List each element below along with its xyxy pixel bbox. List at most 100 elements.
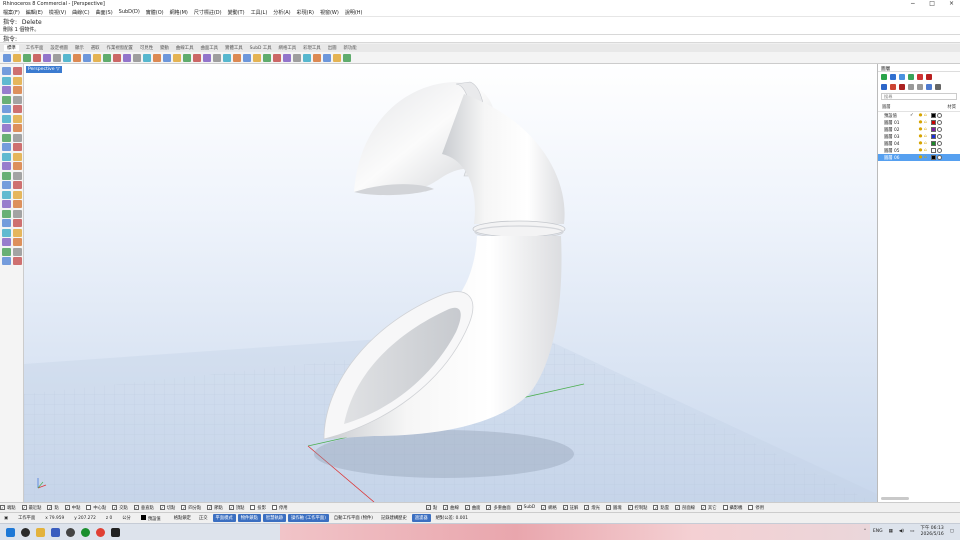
select-all-icon[interactable] <box>173 53 181 62</box>
extrude-icon[interactable] <box>13 114 22 123</box>
snap-toggle[interactable]: ✓ 其它 <box>700 505 717 511</box>
file-explorer-icon[interactable] <box>36 527 45 537</box>
layer-color-swatch[interactable] <box>931 141 936 146</box>
menu-item[interactable]: 編輯(E) <box>26 9 43 16</box>
snap-checkbox[interactable]: ✓ <box>562 505 568 510</box>
snap-toggle[interactable]: ✓ 曲線 <box>443 505 459 511</box>
section-icon[interactable] <box>2 257 11 265</box>
snap-toggle[interactable]: ✓ 多重曲面 <box>486 505 511 511</box>
join-icon[interactable] <box>2 190 11 199</box>
toolbar-tab[interactable]: 選取 <box>91 45 100 51</box>
edit-points-icon[interactable] <box>2 247 11 256</box>
cut-icon[interactable] <box>53 53 61 62</box>
chevron-up-icon[interactable]: ⌃ <box>863 529 867 534</box>
menu-item[interactable]: 彩現(R) <box>297 9 314 16</box>
layer-row[interactable]: 圖層 03 ● ⌂ <box>878 133 960 140</box>
new-sublayer-icon[interactable] <box>890 84 896 90</box>
snap-toggle[interactable]: 停用 <box>748 505 764 511</box>
text-icon[interactable] <box>2 209 11 218</box>
print-icon[interactable] <box>33 53 41 62</box>
freeform-icon[interactable] <box>13 105 22 113</box>
layer-row[interactable]: 圖層 04 ● ⌂ <box>878 140 960 147</box>
rectangle-icon[interactable] <box>2 95 11 104</box>
zoom-selected-icon[interactable] <box>143 53 151 62</box>
minimize-button[interactable]: − <box>910 0 915 7</box>
group-icon[interactable] <box>2 200 11 208</box>
select-icon[interactable] <box>2 67 11 75</box>
xbox-icon[interactable] <box>81 527 90 537</box>
toolbar-tab[interactable]: 彩現工具 <box>303 45 321 51</box>
save-icon[interactable] <box>23 53 31 62</box>
toolbar-tab[interactable]: 標準 <box>4 45 19 51</box>
pan-icon[interactable] <box>93 53 101 62</box>
toolbar-tab[interactable]: 變動 <box>160 45 169 51</box>
object-properties-icon[interactable] <box>223 53 231 62</box>
layer-material-icon[interactable] <box>937 127 942 132</box>
menu-item[interactable]: 曲面(S) <box>96 9 113 16</box>
scale-icon[interactable] <box>13 162 22 170</box>
snap-checkbox[interactable] <box>722 505 728 510</box>
tools-icon[interactable] <box>935 84 941 90</box>
snap-toggle[interactable]: ✓ 點雲 <box>653 505 669 511</box>
lasso-icon[interactable] <box>203 53 211 62</box>
toolbar-tab[interactable]: 可見性 <box>140 45 153 51</box>
snap-checkbox[interactable]: ✓ <box>64 505 70 510</box>
status-layer[interactable]: 預設值 <box>140 514 161 522</box>
copy-icon[interactable] <box>63 53 71 62</box>
layer-material-icon[interactable] <box>937 120 942 125</box>
menu-item[interactable]: 檢視(V) <box>49 9 66 16</box>
paste-icon[interactable] <box>73 53 81 62</box>
snap-checkbox[interactable] <box>748 505 754 510</box>
lock-icon[interactable]: ⌂ <box>923 148 928 153</box>
snap-toggle[interactable]: ✓ 註解 <box>562 505 578 511</box>
menu-item[interactable]: 網格(M) <box>170 9 188 16</box>
render-tab-icon[interactable] <box>926 74 932 80</box>
auto-cplane-pane[interactable]: 自動工作平面 (物件) <box>331 514 376 522</box>
polyline-icon[interactable] <box>2 76 11 85</box>
box-icon[interactable] <box>2 124 11 132</box>
snap-checkbox[interactable]: ✓ <box>486 505 492 510</box>
settings-icon[interactable] <box>66 527 75 537</box>
snap-checkbox[interactable]: ✓ <box>516 505 522 510</box>
surface-icon[interactable] <box>2 114 11 123</box>
xray-icon[interactable] <box>303 53 311 62</box>
options-icon[interactable] <box>313 53 321 62</box>
perspective-viewport[interactable]: Perspective ▽ <box>24 64 877 502</box>
toolbar-tab[interactable]: 設定視圖 <box>50 45 68 51</box>
layer-material-icon[interactable] <box>937 113 942 118</box>
rendered-icon[interactable] <box>283 53 291 62</box>
snap-checkbox[interactable]: ✓ <box>133 505 139 510</box>
snap-checkbox[interactable]: ✓ <box>464 505 470 510</box>
move-up-icon[interactable] <box>908 84 914 90</box>
snap-toggle[interactable]: ✓ 圖塊 <box>605 505 622 511</box>
fillet-icon[interactable] <box>13 143 22 151</box>
ghost-icon[interactable] <box>293 53 301 62</box>
language-indicator[interactable]: ENG <box>873 529 883 534</box>
clock[interactable]: 下午 06:13 2026/5/16 <box>920 526 943 537</box>
help-tab-icon[interactable] <box>908 74 914 80</box>
control-points-icon[interactable] <box>193 53 201 62</box>
status-units[interactable]: 公分 <box>122 515 131 521</box>
import-icon[interactable] <box>43 53 51 62</box>
grid-snap-pane[interactable]: 格點鎖定 <box>171 514 194 522</box>
named-views-icon[interactable] <box>323 53 331 62</box>
snap-toggle[interactable]: ✓ 點 <box>47 505 59 511</box>
lock-icon[interactable]: ⌂ <box>923 155 928 160</box>
snap-toggle[interactable]: ✓ 曲面 <box>464 505 480 511</box>
shaded-icon[interactable] <box>273 53 281 62</box>
snap-toggle[interactable]: 攝影機 <box>722 505 742 511</box>
layer-color-swatch[interactable] <box>931 120 936 125</box>
battery-icon[interactable]: ▭ <box>910 529 914 534</box>
layer-row[interactable]: 圖層 02 ● ⌂ <box>878 126 960 133</box>
snap-toggle[interactable]: ✓ 交點 <box>112 505 128 511</box>
dimension-icon[interactable] <box>13 209 22 218</box>
help-icon[interactable] <box>343 53 351 62</box>
snap-toggle[interactable]: ✓ 切點 <box>159 505 175 511</box>
toolbar-tab[interactable]: 實體工具 <box>225 45 243 51</box>
snap-checkbox[interactable]: ✓ <box>700 505 706 510</box>
toolbar-tab[interactable]: SubD 工具 <box>250 45 272 51</box>
close-button[interactable]: × <box>949 0 954 7</box>
toolbar-tab[interactable]: 曲面工具 <box>200 45 218 51</box>
zoom-window-icon[interactable] <box>123 53 131 62</box>
snap-checkbox[interactable]: ✓ <box>584 505 590 510</box>
